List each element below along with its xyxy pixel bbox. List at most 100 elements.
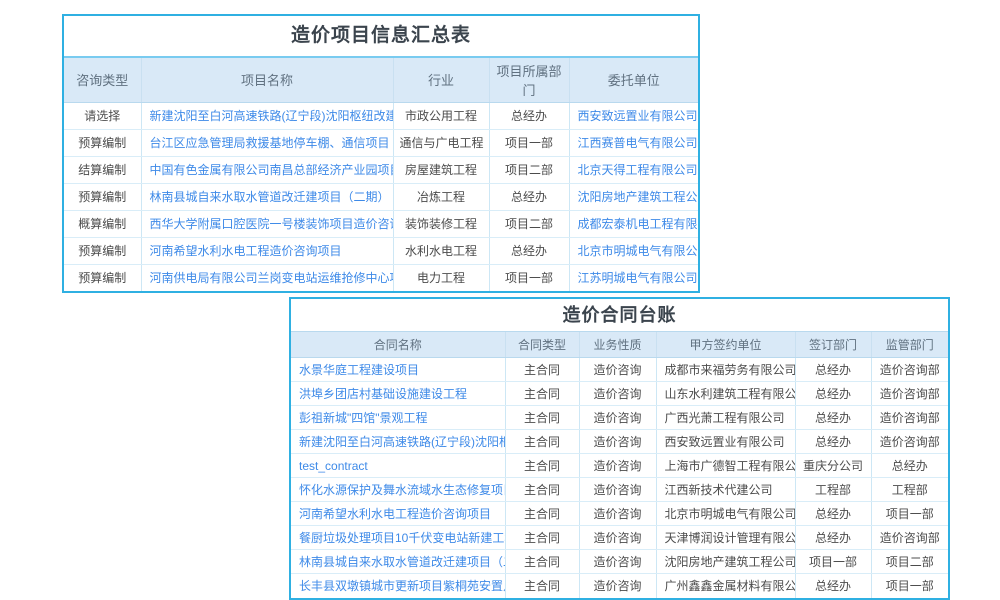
contract-name-cell: 餐厨垃圾处理项目10千伏变电站新建工程: [291, 526, 505, 550]
industry-cell: 冶炼工程: [393, 183, 489, 210]
summary-table-body: 请选择 新建沈阳至白河高速铁路(辽宁段)沈阳枢纽改建工程 市政公用工程 总经办 …: [64, 102, 698, 291]
contract-table-row: 林南县城自来水取水管道改迁建项目（二期） 主合同 造价咨询 沈阳房地产建筑工程公…: [291, 550, 948, 574]
watch-dept-cell: 项目二部: [871, 550, 948, 574]
business-nature-cell: 造价咨询: [579, 550, 656, 574]
contract-name-link[interactable]: 河南希望水利水电工程造价咨询项目: [299, 507, 491, 521]
contract-name-link[interactable]: 林南县城自来水取水管道改迁建项目（二期）: [299, 555, 505, 569]
sign-dept-cell: 总经办: [795, 526, 871, 550]
summary-col-project-name: 项目名称: [141, 58, 393, 102]
contract-table-row: test_contract 主合同 造价咨询 上海市广德智工程有限公司 重庆分公…: [291, 454, 948, 478]
client-cell: 沈阳房地产建筑工程公司: [569, 183, 698, 210]
client-link[interactable]: 北京市明城电气有限公司: [578, 244, 699, 258]
client-link[interactable]: 江西赛普电气有限公司: [578, 136, 698, 150]
contract-name-link[interactable]: 彭祖新城"四馆"景观工程: [299, 411, 428, 425]
contract-name-link[interactable]: test_contract: [299, 459, 368, 473]
contract-type-cell: 主合同: [505, 502, 579, 526]
party-cell: 广州鑫鑫金属材料有限公司: [656, 574, 795, 598]
summary-table-panel: 造价项目信息汇总表 咨询类型 项目名称 行业 项目所属部门 委托单位 请选择 新…: [62, 14, 700, 293]
contract-type-cell: 主合同: [505, 574, 579, 598]
contract-name-cell: 怀化水源保护及舞水流域水生态修复项目合同: [291, 478, 505, 502]
industry-cell: 电力工程: [393, 264, 489, 291]
page: { "colors": { "accent": "#2fb0e2", "head…: [0, 0, 1000, 600]
project-name-link[interactable]: 中国有色金属有限公司南昌总部经济产业园项目二期: [150, 163, 394, 177]
watch-dept-cell: 造价咨询部: [871, 406, 948, 430]
contract-type-cell: 主合同: [505, 406, 579, 430]
contract-name-link[interactable]: 水景华庭工程建设项目: [299, 363, 419, 377]
sign-dept-cell: 总经办: [795, 502, 871, 526]
contract-name-link[interactable]: 新建沈阳至白河高速铁路(辽宁段)沈阳枢纽改建工程: [299, 435, 505, 449]
party-cell: 西安致远置业有限公司: [656, 430, 795, 454]
industry-cell: 通信与广电工程: [393, 129, 489, 156]
client-link[interactable]: 江苏明城电气有限公司: [578, 271, 698, 285]
client-link[interactable]: 成都宏泰机电工程有限公司: [578, 217, 699, 231]
sign-dept-cell: 总经办: [795, 430, 871, 454]
consult-type-cell: 概算编制: [64, 210, 141, 237]
consult-type-cell: 请选择: [64, 102, 141, 129]
project-name-cell: 河南希望水利水电工程造价咨询项目: [141, 237, 393, 264]
watch-dept-cell: 造价咨询部: [871, 526, 948, 550]
client-link[interactable]: 沈阳房地产建筑工程公司: [578, 190, 699, 204]
contract-name-link[interactable]: 怀化水源保护及舞水流域水生态修复项目合同: [299, 483, 505, 497]
summary-col-client: 委托单位: [569, 58, 698, 102]
summary-table-row: 预算编制 河南供电局有限公司兰岗变电站运维抢修中心项目 电力工程 项目一部 江苏…: [64, 264, 698, 291]
contract-col-sign-dept: 签订部门: [795, 332, 871, 358]
contract-table-row: 洪埠乡团店村基础设施建设工程 主合同 造价咨询 山东水利建筑工程有限公司 总经办…: [291, 382, 948, 406]
contract-name-cell: 新建沈阳至白河高速铁路(辽宁段)沈阳枢纽改建工程: [291, 430, 505, 454]
party-cell: 北京市明城电气有限公司: [656, 502, 795, 526]
sign-dept-cell: 重庆分公司: [795, 454, 871, 478]
contract-name-link[interactable]: 餐厨垃圾处理项目10千伏变电站新建工程: [299, 531, 505, 545]
contract-col-watch-dept: 监管部门: [871, 332, 948, 358]
watch-dept-cell: 工程部: [871, 478, 948, 502]
watch-dept-cell: 总经办: [871, 454, 948, 478]
summary-table-row: 预算编制 林南县城自来水取水管道改迁建项目（二期） 冶炼工程 总经办 沈阳房地产…: [64, 183, 698, 210]
summary-col-industry: 行业: [393, 58, 489, 102]
party-cell: 天津博润设计管理有限公司: [656, 526, 795, 550]
contract-col-type: 合同类型: [505, 332, 579, 358]
business-nature-cell: 造价咨询: [579, 502, 656, 526]
summary-table-title: 造价项目信息汇总表: [64, 16, 698, 58]
project-name-cell: 西华大学附属口腔医院一号楼装饰项目造价咨询: [141, 210, 393, 237]
industry-cell: 水利水电工程: [393, 237, 489, 264]
party-cell: 上海市广德智工程有限公司: [656, 454, 795, 478]
contract-name-cell: 林南县城自来水取水管道改迁建项目（二期）: [291, 550, 505, 574]
summary-table-row: 预算编制 台江区应急管理局救援基地停车棚、通信项目 通信与广电工程 项目一部 江…: [64, 129, 698, 156]
project-name-link[interactable]: 台江区应急管理局救援基地停车棚、通信项目: [150, 136, 390, 150]
project-name-link[interactable]: 西华大学附属口腔医院一号楼装饰项目造价咨询: [150, 217, 394, 231]
contract-type-cell: 主合同: [505, 526, 579, 550]
contract-name-link[interactable]: 长丰县双墩镇城市更新项目紫桐苑安置点: [299, 579, 505, 593]
client-cell: 北京天得工程有限公司: [569, 156, 698, 183]
watch-dept-cell: 项目一部: [871, 574, 948, 598]
contract-name-link[interactable]: 洪埠乡团店村基础设施建设工程: [299, 387, 467, 401]
sign-dept-cell: 总经办: [795, 574, 871, 598]
contract-table-row: 水景华庭工程建设项目 主合同 造价咨询 成都市来福劳务有限公司 总经办 造价咨询…: [291, 358, 948, 382]
client-link[interactable]: 西安致远置业有限公司: [578, 109, 698, 123]
contract-ledger-panel: 造价合同台账 合同名称 合同类型 业务性质 甲方签约单位 签订部门 监管部门 水…: [289, 297, 950, 600]
project-name-link[interactable]: 新建沈阳至白河高速铁路(辽宁段)沈阳枢纽改建工程: [150, 109, 394, 123]
watch-dept-cell: 项目一部: [871, 502, 948, 526]
contract-table-row: 彭祖新城"四馆"景观工程 主合同 造价咨询 广西光萧工程有限公司 总经办 造价咨…: [291, 406, 948, 430]
contract-type-cell: 主合同: [505, 478, 579, 502]
client-link[interactable]: 北京天得工程有限公司: [578, 163, 698, 177]
party-cell: 广西光萧工程有限公司: [656, 406, 795, 430]
contract-ledger-title: 造价合同台账: [291, 299, 948, 331]
watch-dept-cell: 造价咨询部: [871, 358, 948, 382]
sign-dept-cell: 工程部: [795, 478, 871, 502]
client-cell: 北京市明城电气有限公司: [569, 237, 698, 264]
summary-table-row: 请选择 新建沈阳至白河高速铁路(辽宁段)沈阳枢纽改建工程 市政公用工程 总经办 …: [64, 102, 698, 129]
summary-table-row: 结算编制 中国有色金属有限公司南昌总部经济产业园项目二期 房屋建筑工程 项目二部…: [64, 156, 698, 183]
project-name-cell: 台江区应急管理局救援基地停车棚、通信项目: [141, 129, 393, 156]
summary-col-consult-type: 咨询类型: [64, 58, 141, 102]
contract-table-row: 新建沈阳至白河高速铁路(辽宁段)沈阳枢纽改建工程 主合同 造价咨询 西安致远置业…: [291, 430, 948, 454]
department-cell: 总经办: [489, 183, 569, 210]
contract-type-cell: 主合同: [505, 382, 579, 406]
project-name-link[interactable]: 林南县城自来水取水管道改迁建项目（二期）: [150, 190, 390, 204]
project-name-link[interactable]: 河南希望水利水电工程造价咨询项目: [150, 244, 342, 258]
business-nature-cell: 造价咨询: [579, 454, 656, 478]
contract-table-row: 河南希望水利水电工程造价咨询项目 主合同 造价咨询 北京市明城电气有限公司 总经…: [291, 502, 948, 526]
project-name-link[interactable]: 河南供电局有限公司兰岗变电站运维抢修中心项目: [150, 271, 394, 285]
contract-col-name: 合同名称: [291, 332, 505, 358]
department-cell: 项目二部: [489, 210, 569, 237]
sign-dept-cell: 总经办: [795, 406, 871, 430]
contract-table-row: 餐厨垃圾处理项目10千伏变电站新建工程 主合同 造价咨询 天津博润设计管理有限公…: [291, 526, 948, 550]
summary-table-row: 概算编制 西华大学附属口腔医院一号楼装饰项目造价咨询 装饰装修工程 项目二部 成…: [64, 210, 698, 237]
